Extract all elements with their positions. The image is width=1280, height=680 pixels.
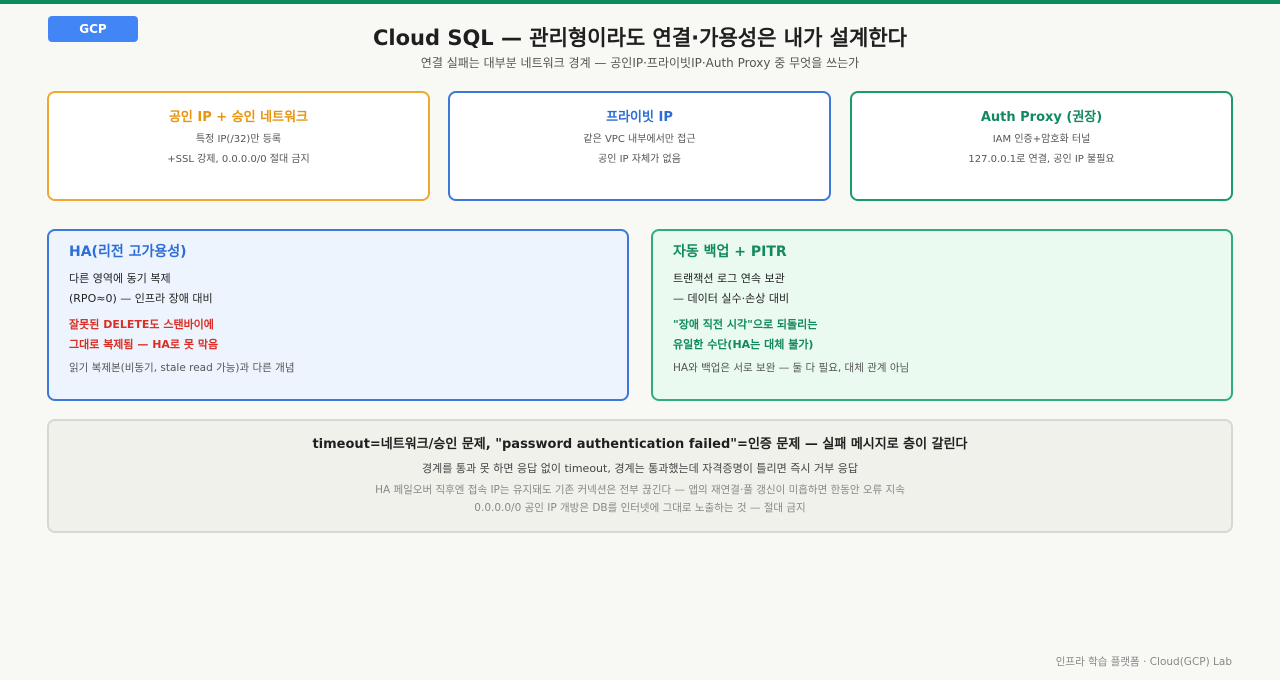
card-line: 공인 IP 자체가 없음 <box>598 154 681 165</box>
page-subtitle: 연결 실패는 대부분 네트워크 경계 — 공인IP·프라이빗IP·Auth Pr… <box>420 56 860 70</box>
card-line: IAM 인증+암호화 터널 <box>992 134 1091 145</box>
card-title: 공인 IP + 승인 네트워크 <box>168 110 309 125</box>
summary-box: timeout=네트워크/승인 문제, "password authentica… <box>47 419 1233 533</box>
summary-title: timeout=네트워크/승인 문제, "password authentica… <box>312 437 968 452</box>
ha-line: (RPO≈0) — 인프라 장애 대비 <box>69 292 213 305</box>
card-line: +SSL 강제, 0.0.0.0/0 절대 금지 <box>167 154 310 165</box>
card-line: 같은 VPC 내부에서만 접근 <box>583 134 696 145</box>
summary-note: 0.0.0.0/0 공인 IP 개방은 DB를 인터넷에 그대로 노출하는 것 … <box>474 502 806 514</box>
public-ip-card: 공인 IP + 승인 네트워크 특정 IP(/32)만 등록 +SSL 강제, … <box>47 91 430 201</box>
backup-line: 트랜잭션 로그 연속 보관 <box>673 272 785 285</box>
ha-warning: 잘못된 DELETE도 스탠바이에 그대로 복제됨 — HA로 못 막음 <box>69 315 607 355</box>
top-accent-bar <box>0 0 1280 4</box>
summary-note: HA 페일오버 직후엔 접속 IP는 유지돼도 기존 커넥션은 전부 끊긴다 —… <box>375 484 905 496</box>
footer-credit: 인프라 학습 플랫폼 · Cloud(GCP) Lab <box>1055 656 1232 668</box>
ha-title: HA(리전 고가용성) <box>69 244 187 260</box>
ha-line: 다른 영역에 동기 복제 <box>69 272 171 285</box>
page-title: Cloud SQL — 관리형이라도 연결·가용성은 내가 설계한다 <box>373 26 907 50</box>
backup-note: HA와 백업은 서로 보완 — 둘 다 필요, 대체 관계 아님 <box>673 362 910 374</box>
ha-warning-line: 잘못된 DELETE도 스탠바이에 <box>69 318 214 331</box>
summary-subtitle: 경계를 통과 못 하면 응답 없이 timeout, 경계는 통과했는데 자격증… <box>422 462 858 475</box>
backup-line: — 데이터 실수·손상 대비 <box>673 292 790 305</box>
backup-highlight: "장애 직전 시각"으로 되돌리는 유일한 수단(HA는 대체 불가) <box>673 315 1211 355</box>
ha-body: 다른 영역에 동기 복제 (RPO≈0) — 인프라 장애 대비 <box>69 269 607 309</box>
backup-highlight-line: "장애 직전 시각"으로 되돌리는 <box>673 318 818 331</box>
card-line: 특정 IP(/32)만 등록 <box>195 134 282 145</box>
ha-card: HA(리전 고가용성) 다른 영역에 동기 복제 (RPO≈0) — 인프라 장… <box>47 229 629 401</box>
card-title: Auth Proxy (권장) <box>980 110 1103 125</box>
card-line: 127.0.0.1로 연결, 공인 IP 불필요 <box>968 154 1115 165</box>
card-title: 프라이빗 IP <box>606 110 673 125</box>
auth-proxy-card: Auth Proxy (권장) IAM 인증+암호화 터널 127.0.0.1로… <box>850 91 1233 201</box>
backup-title: 자동 백업 + PITR <box>673 244 787 260</box>
ha-warning-line: 그대로 복제됨 — HA로 못 막음 <box>69 338 219 351</box>
backup-highlight-line: 유일한 수단(HA는 대체 불가) <box>673 338 814 351</box>
ha-note: 읽기 복제본(비동기, stale read 가능)과 다른 개념 <box>69 362 295 374</box>
backup-body: 트랜잭션 로그 연속 보관 — 데이터 실수·손상 대비 <box>673 269 1211 309</box>
private-ip-card: 프라이빗 IP 같은 VPC 내부에서만 접근 공인 IP 자체가 없음 <box>448 91 831 201</box>
backup-card: 자동 백업 + PITR 트랜잭션 로그 연속 보관 — 데이터 실수·손상 대… <box>651 229 1233 401</box>
